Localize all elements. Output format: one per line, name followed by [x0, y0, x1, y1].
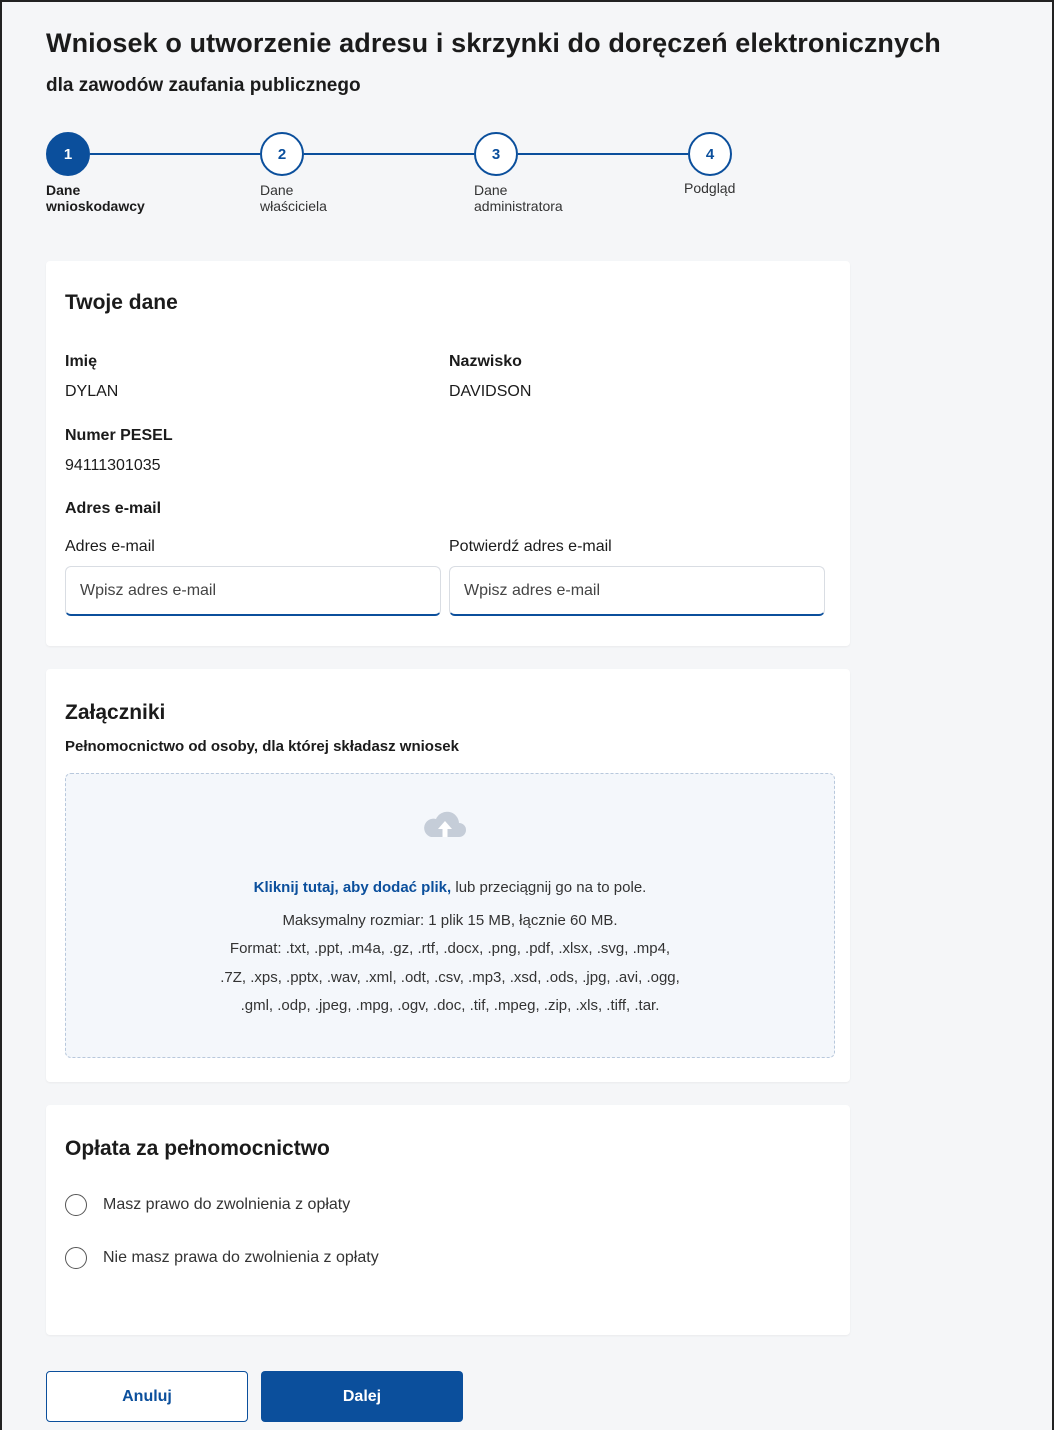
- step-4-label-line: Podgląd: [684, 180, 736, 196]
- attachments-heading: Załączniki: [65, 701, 166, 724]
- page-title: Wniosek o utworzenie adresu i skrzynki d…: [46, 28, 941, 58]
- step-3-label-line: administratora: [474, 198, 563, 214]
- attachments-card: Załączniki Pełnomocnictwo od osoby, dla …: [46, 669, 850, 1082]
- email-input[interactable]: [65, 566, 441, 616]
- pesel-value: 94111301035: [65, 457, 161, 474]
- step-4-label: Podgląd: [684, 180, 824, 196]
- email-section-label: Adres e-mail: [65, 500, 162, 517]
- your-data-heading: Twoje dane: [65, 291, 178, 314]
- your-data-card: Twoje dane Imię DYLAN Nazwisko DAVIDSON …: [46, 261, 850, 646]
- cancel-button[interactable]: Anuluj: [46, 1371, 248, 1422]
- step-3-circle[interactable]: 3: [474, 132, 518, 176]
- step-1-label-line: Dane: [46, 182, 81, 198]
- step-2-label-line: Dane: [260, 182, 294, 198]
- step-connector: [518, 153, 688, 155]
- drag-instruction-text: lub przeciągnij go na to pole.: [451, 879, 647, 896]
- formats-line-1: Format: .txt, .ppt, .m4a, .gz, .rtf, .do…: [229, 940, 671, 957]
- step-1-label: Dane wnioskodawcy: [46, 182, 186, 214]
- formats-line-3: .gml, .odp, .jpeg, .mpg, .ogv, .doc, .ti…: [240, 997, 660, 1014]
- step-4-circle[interactable]: 4: [688, 132, 732, 176]
- step-3-label-line: Dane: [474, 182, 508, 198]
- email-field-label: Adres e-mail: [65, 538, 155, 555]
- attachments-subheading: Pełnomocnictwo od osoby, dla której skła…: [65, 738, 459, 755]
- add-file-link[interactable]: Kliknij tutaj, aby dodać plik,: [254, 879, 452, 896]
- step-connector: [304, 153, 474, 155]
- formats-line-2: .7Z, .xps, .pptx, .wav, .xml, .odt, .csv…: [220, 969, 680, 986]
- email-confirm-field-label: Potwierdź adres e-mail: [449, 538, 612, 555]
- fee-not-exempt-option[interactable]: Nie masz prawa do zwolnienia z opłaty: [65, 1247, 379, 1269]
- next-button[interactable]: Dalej: [261, 1371, 463, 1422]
- fee-heading: Opłata za pełnomocnictwo: [65, 1137, 330, 1160]
- fee-exempt-label: Masz prawo do zwolnienia z opłaty: [103, 1196, 351, 1213]
- step-2-label: Dane właściciela: [260, 182, 400, 214]
- first-name-value: DYLAN: [65, 383, 119, 400]
- email-confirm-input[interactable]: [449, 566, 825, 616]
- dropzone-instruction: Kliknij tutaj, aby dodać plik, lub przec…: [66, 879, 834, 896]
- page-subtitle: dla zawodów zaufania publicznego: [46, 75, 361, 96]
- progress-stepper: 1 2 3 4 Dane wnioskodawcy Dane właścicie…: [46, 132, 766, 232]
- last-name-value: DAVIDSON: [449, 383, 532, 400]
- fee-exempt-radio[interactable]: [65, 1194, 87, 1216]
- pesel-label: Numer PESEL: [65, 427, 173, 444]
- first-name-label: Imię: [65, 353, 98, 370]
- step-connector: [90, 153, 260, 155]
- fee-not-exempt-radio[interactable]: [65, 1247, 87, 1269]
- fee-not-exempt-label: Nie masz prawa do zwolnienia z opłaty: [103, 1249, 379, 1266]
- step-1-label-line: wnioskodawcy: [46, 198, 145, 214]
- step-1-circle[interactable]: 1: [46, 132, 90, 176]
- last-name-label: Nazwisko: [449, 353, 522, 370]
- max-size-text: Maksymalny rozmiar: 1 plik 15 MB, łączni…: [282, 912, 618, 929]
- file-dropzone[interactable]: Kliknij tutaj, aby dodać plik, lub przec…: [65, 773, 835, 1058]
- fee-card: Opłata za pełnomocnictwo Masz prawo do z…: [46, 1105, 850, 1335]
- cloud-upload-icon: [424, 811, 466, 837]
- fee-exempt-option[interactable]: Masz prawo do zwolnienia z opłaty: [65, 1194, 350, 1216]
- step-2-circle[interactable]: 2: [260, 132, 304, 176]
- step-2-label-line: właściciela: [260, 198, 327, 214]
- step-3-label: Dane administratora: [474, 182, 614, 214]
